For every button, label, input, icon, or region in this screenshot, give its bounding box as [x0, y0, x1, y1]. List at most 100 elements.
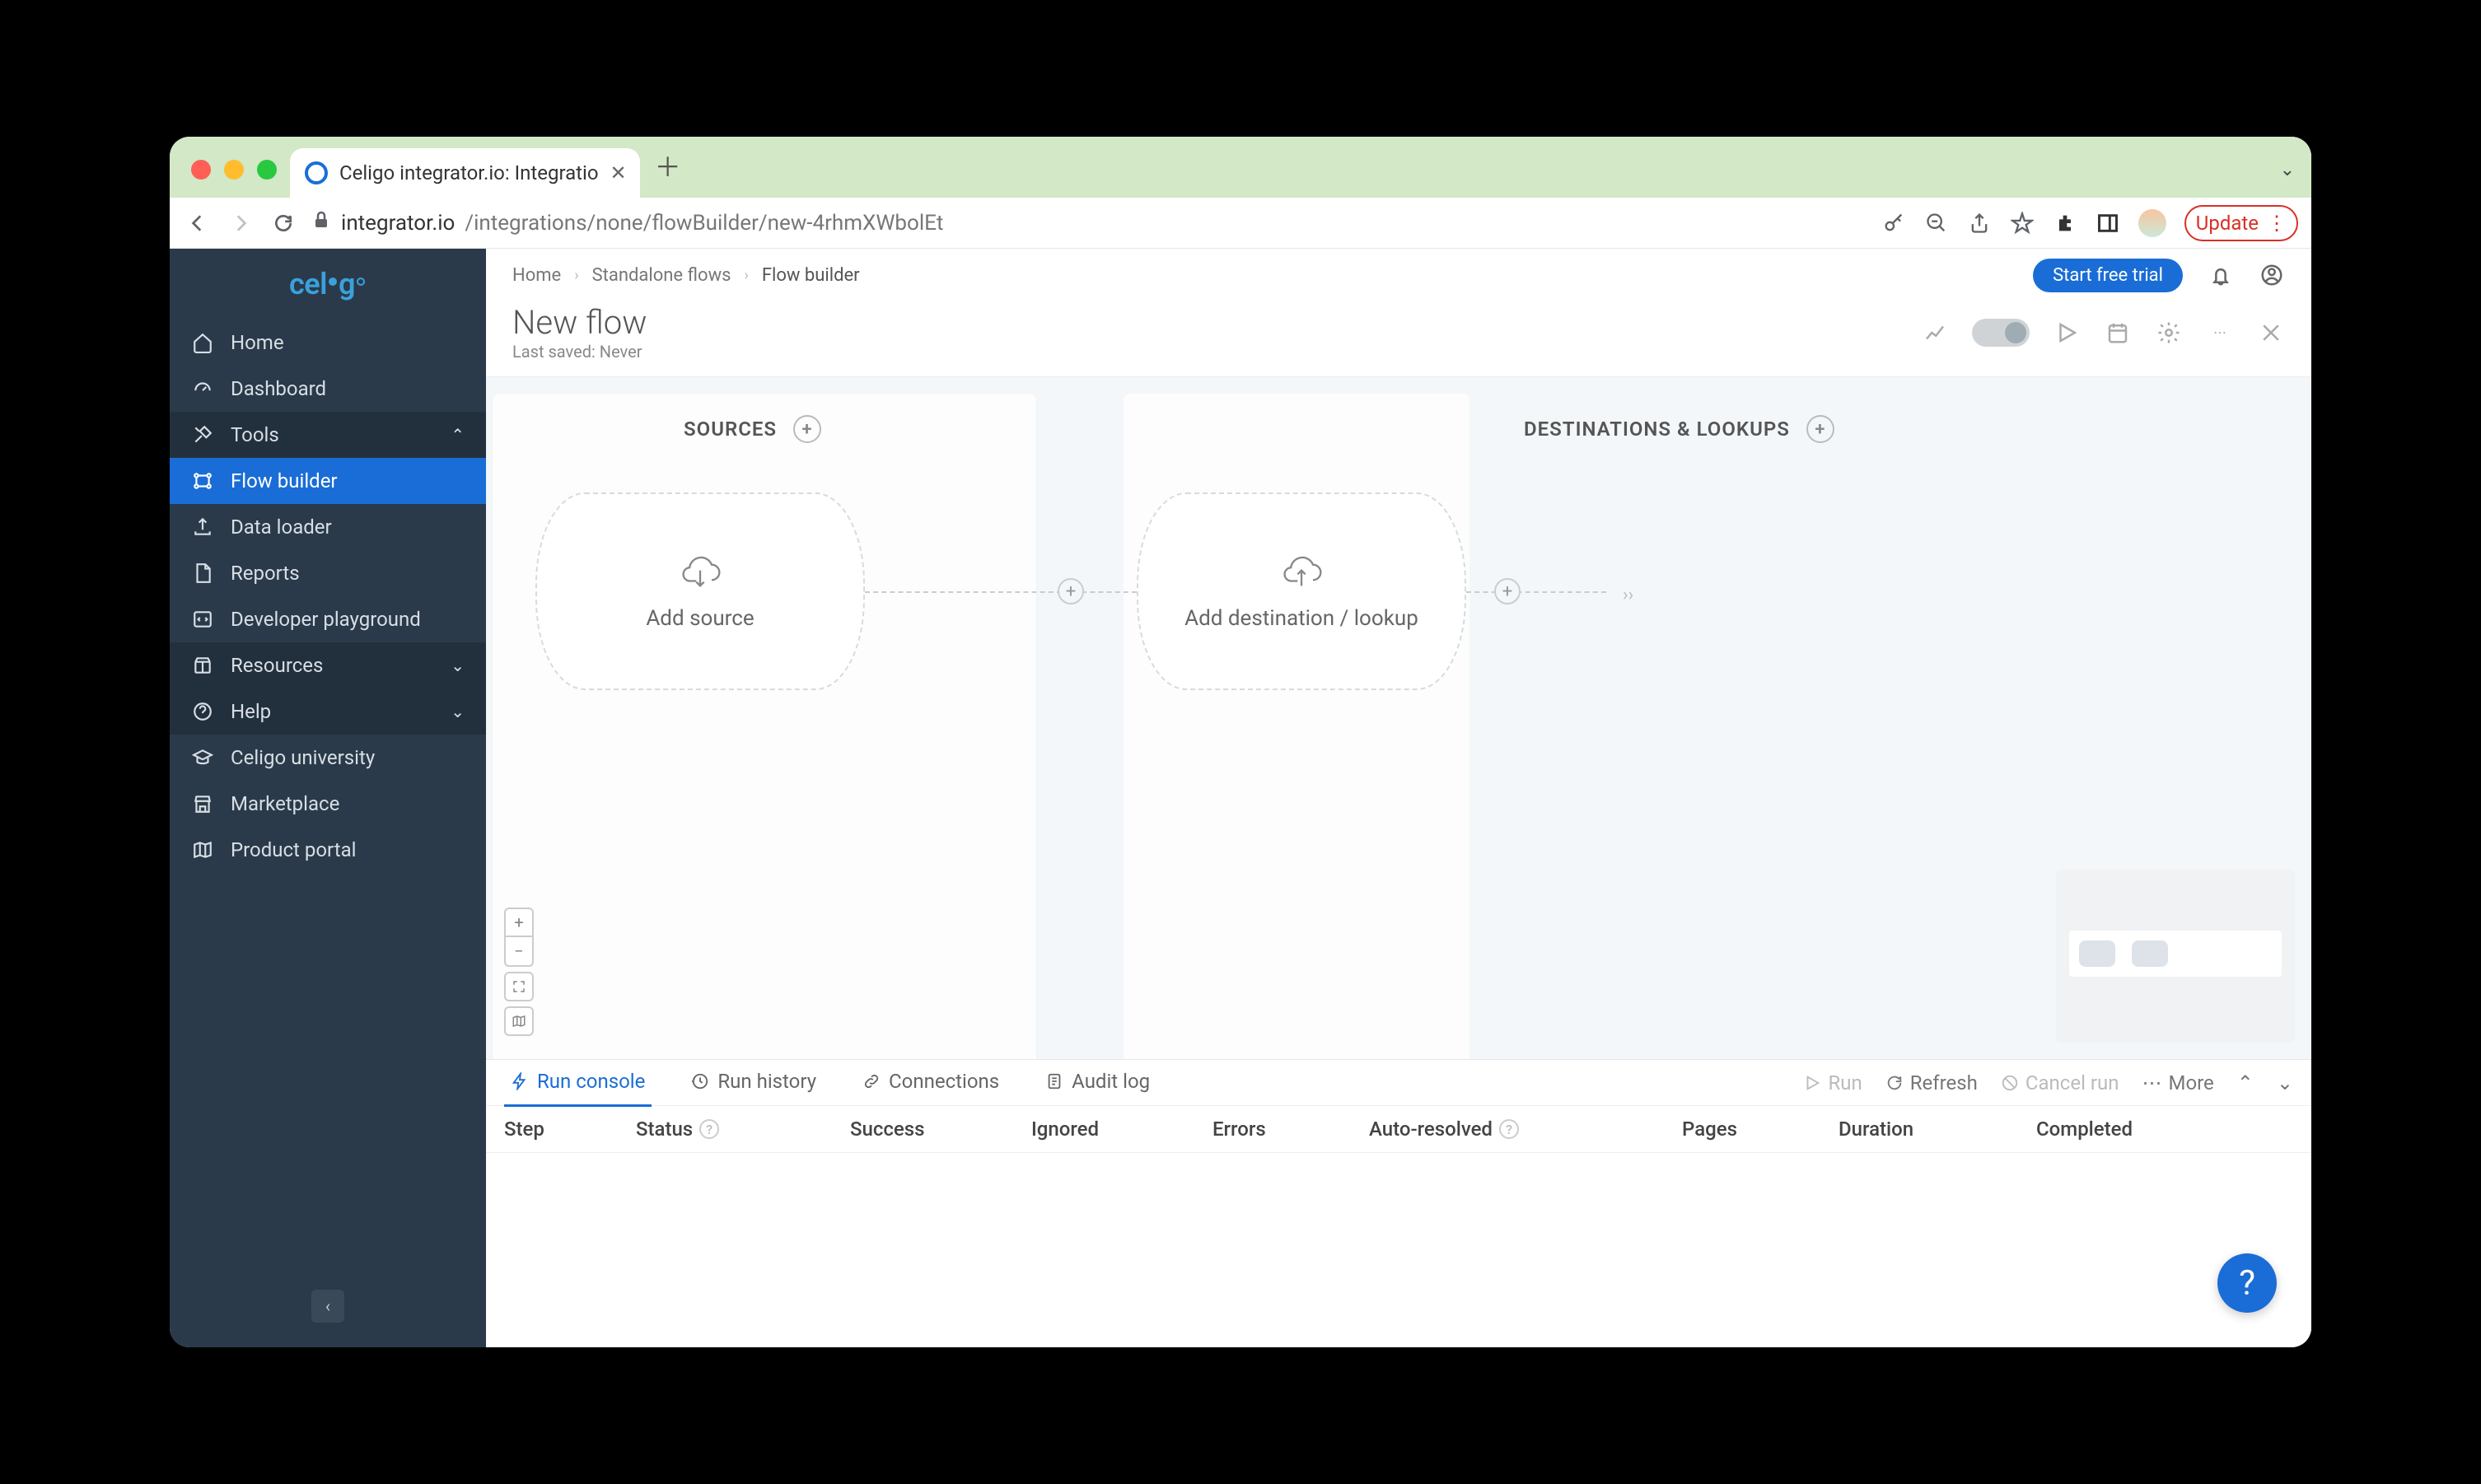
cancel-run-button[interactable]: Cancel run: [2001, 1071, 2119, 1094]
help-tip-icon[interactable]: ?: [699, 1119, 719, 1139]
settings-icon[interactable]: [2155, 319, 2183, 347]
account-icon[interactable]: [2259, 262, 2285, 288]
browser-tab[interactable]: Celigo integrator.io: Integratio ✕: [290, 148, 640, 198]
window-controls: [191, 160, 277, 180]
update-button[interactable]: Update⋮: [2184, 205, 2298, 241]
breadcrumb-home[interactable]: Home: [512, 265, 561, 286]
add-source-node[interactable]: Add source: [535, 492, 865, 690]
col-status: Status?: [636, 1118, 850, 1141]
window-minimize[interactable]: [224, 160, 244, 180]
chevron-down-icon: ⌄: [451, 702, 465, 721]
sidebar-item-marketplace[interactable]: Marketplace: [170, 781, 486, 827]
browser-tab-strip: Celigo integrator.io: Integratio ✕ ＋ ⌄: [170, 137, 2311, 198]
sidebar-item-tools[interactable]: Tools ⌃: [170, 412, 486, 458]
nav-reload-button[interactable]: [269, 208, 298, 238]
window-maximize[interactable]: [257, 160, 277, 180]
tab-label: Run history: [717, 1070, 816, 1093]
last-saved-prefix: Last saved:: [512, 342, 596, 362]
breadcrumb-standalone[interactable]: Standalone flows: [592, 265, 731, 286]
update-label: Update: [2196, 212, 2259, 235]
destinations-label: DESTINATIONS & LOOKUPS: [1524, 418, 1790, 441]
col-ignored: Ignored: [1031, 1118, 1212, 1141]
fit-screen-button[interactable]: [504, 972, 534, 1001]
url-field[interactable]: integrator.io/integrations/none/flowBuil…: [311, 210, 1868, 236]
path-plus-button[interactable]: +: [1058, 578, 1084, 604]
sidebar-label: Data loader: [231, 516, 332, 539]
box-icon: [191, 654, 214, 677]
panel-icon[interactable]: [2096, 211, 2120, 236]
run-flow-icon[interactable]: [2053, 319, 2081, 347]
share-icon[interactable]: [1967, 211, 1992, 236]
more-icon[interactable]: ⋯: [2206, 319, 2234, 347]
nav-back-button[interactable]: [183, 208, 213, 238]
refresh-label: Refresh: [1910, 1071, 1978, 1094]
connector-line: [1466, 591, 1606, 593]
zoom-in-button[interactable]: +: [504, 908, 534, 937]
chevron-down-icon: ⌄: [451, 656, 465, 675]
add-destination-label: Add destination / lookup: [1184, 606, 1418, 631]
more-button[interactable]: ⋯More: [2142, 1071, 2214, 1094]
sidebar-item-dashboard[interactable]: Dashboard: [170, 366, 486, 412]
sidebar-item-data-loader[interactable]: Data loader: [170, 504, 486, 550]
main-area: Home › Standalone flows › Flow builder S…: [486, 249, 2311, 1347]
console-actions: Run Refresh Cancel run ⋯More ⌃ ⌄: [1803, 1071, 2293, 1094]
console-table-header: Step Status? Success Ignored Errors Auto…: [486, 1106, 2311, 1153]
key-icon[interactable]: [1881, 211, 1906, 236]
new-tab-button[interactable]: ＋: [655, 147, 681, 184]
minimap-viewport: [2069, 931, 2282, 977]
tab-close-icon[interactable]: ✕: [610, 161, 627, 184]
add-source-button[interactable]: +: [793, 415, 821, 443]
logo[interactable]: celg: [170, 249, 486, 320]
path-plus-button[interactable]: +: [1494, 578, 1521, 604]
add-destination-node[interactable]: Add destination / lookup: [1137, 492, 1466, 690]
flow-enabled-toggle[interactable]: [1972, 319, 2030, 347]
col-auto-resolved: Auto-resolved?: [1369, 1118, 1682, 1141]
sidebar-item-flow-builder[interactable]: Flow builder: [170, 458, 486, 504]
address-bar: integrator.io/integrations/none/flowBuil…: [170, 198, 2311, 249]
add-destination-button[interactable]: +: [1806, 415, 1834, 443]
connector-line: [865, 591, 1137, 593]
sidebar-item-dev-playground[interactable]: Developer playground: [170, 596, 486, 642]
breadcrumb-row: Home › Standalone flows › Flow builder S…: [486, 249, 2311, 295]
nav-forward-button[interactable]: [226, 208, 255, 238]
tabs-dropdown-icon[interactable]: ⌄: [2280, 160, 2295, 180]
tab-audit-log[interactable]: Audit log: [1039, 1058, 1156, 1107]
col-success: Success: [850, 1118, 1031, 1141]
sidebar-item-resources[interactable]: Resources ⌄: [170, 642, 486, 688]
sidebar: celg Home Dashboard Tools ⌃ Flow builder: [170, 249, 486, 1347]
collapse-up-button[interactable]: ⌃: [2237, 1071, 2254, 1094]
tab-connections[interactable]: Connections: [856, 1058, 1006, 1107]
run-button[interactable]: Run: [1803, 1071, 1862, 1094]
close-icon[interactable]: [2257, 319, 2285, 347]
minimap-toggle-button[interactable]: [504, 1006, 534, 1036]
minimap[interactable]: [2056, 870, 2295, 1043]
refresh-icon: [1885, 1074, 1904, 1092]
chart-icon[interactable]: [1921, 319, 1949, 347]
sidebar-item-reports[interactable]: Reports: [170, 550, 486, 596]
help-tip-icon[interactable]: ?: [1499, 1119, 1519, 1139]
sidebar-item-home[interactable]: Home: [170, 320, 486, 366]
tools-icon: [191, 423, 214, 446]
window-close[interactable]: [191, 160, 211, 180]
zoom-icon[interactable]: [1924, 211, 1949, 236]
flow-canvas[interactable]: SOURCES + DESTINATIONS & LOOKUPS + Add s…: [486, 377, 2311, 1059]
profile-avatar[interactable]: [2138, 209, 2166, 237]
sidebar-item-university[interactable]: Celigo university: [170, 735, 486, 781]
flow-name[interactable]: New flow: [512, 303, 647, 342]
zoom-out-button[interactable]: −: [504, 937, 534, 967]
schedule-icon[interactable]: [2104, 319, 2132, 347]
bookmark-icon[interactable]: [2010, 211, 2035, 236]
topbar-right: Start free trial: [2033, 259, 2285, 292]
sidebar-collapse-button[interactable]: ‹: [311, 1290, 344, 1323]
refresh-button[interactable]: Refresh: [1885, 1071, 1978, 1094]
tab-run-history[interactable]: Run history: [684, 1058, 823, 1107]
sidebar-item-product-portal[interactable]: Product portal: [170, 827, 486, 873]
sidebar-item-help[interactable]: Help ⌄: [170, 688, 486, 735]
extensions-icon[interactable]: [2053, 211, 2077, 236]
collapse-down-button[interactable]: ⌄: [2277, 1071, 2293, 1094]
sidebar-label: Celigo university: [231, 746, 375, 769]
help-fab-button[interactable]: ?: [2217, 1253, 2277, 1313]
start-trial-button[interactable]: Start free trial: [2033, 259, 2183, 292]
tab-run-console[interactable]: Run console: [504, 1058, 652, 1107]
notifications-icon[interactable]: [2208, 262, 2234, 288]
